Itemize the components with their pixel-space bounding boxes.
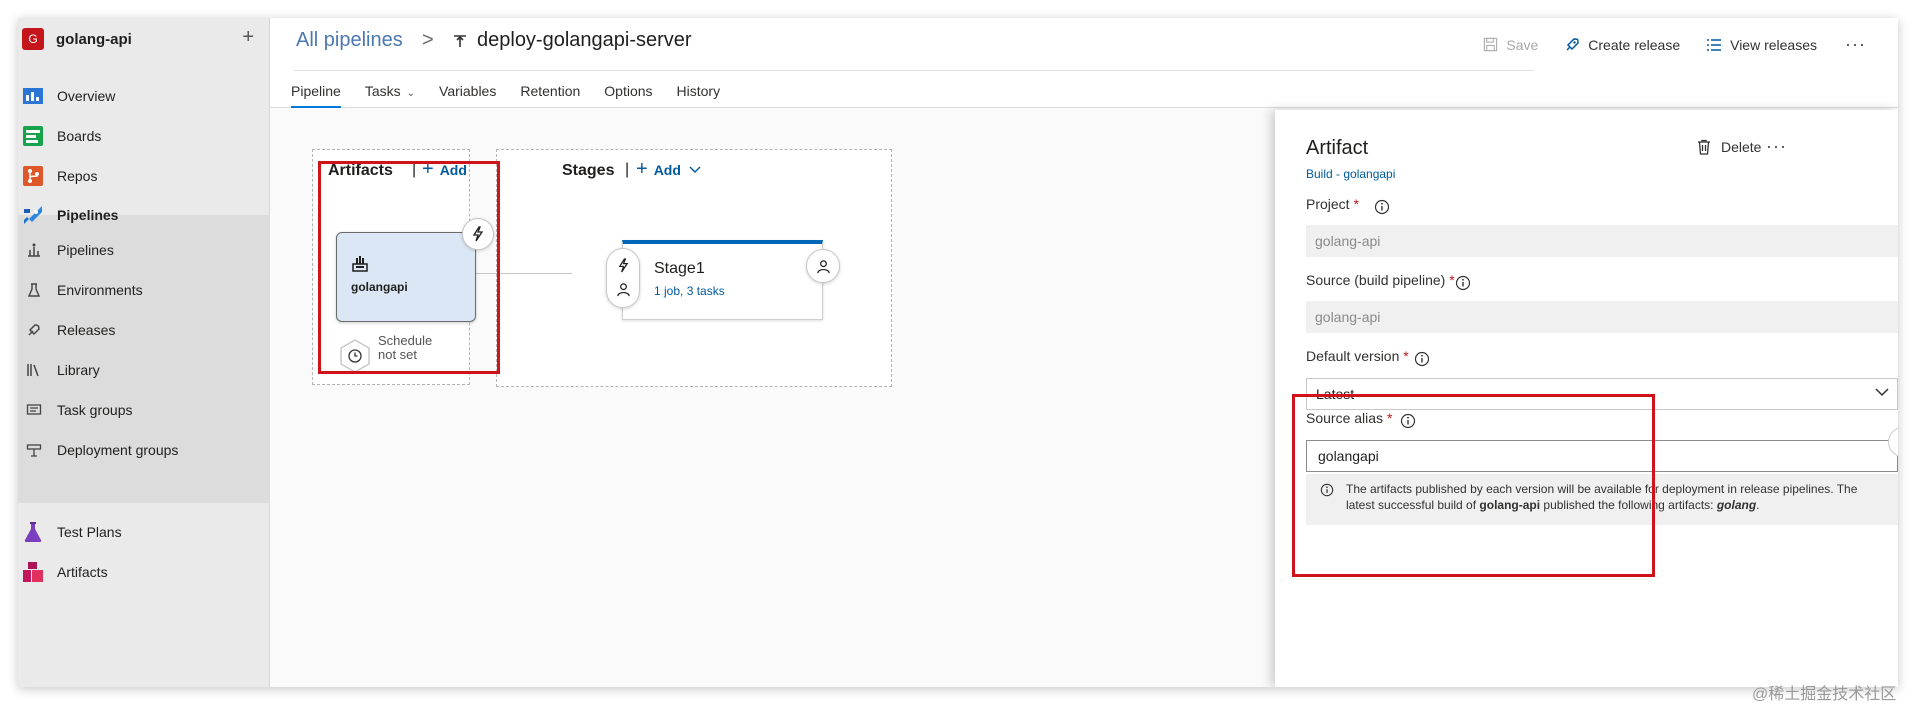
- release-pipeline-icon: [454, 35, 466, 47]
- artifacts-icon: [23, 562, 43, 582]
- stage-card[interactable]: Stage1 1 job, 3 tasks: [622, 240, 823, 320]
- info-icon[interactable]: [1455, 275, 1471, 291]
- boards-icon: [23, 126, 43, 146]
- create-release-button[interactable]: Create release: [1564, 37, 1680, 53]
- default-version-label: Default version *: [1306, 348, 1409, 364]
- sidebar-item-releases[interactable]: Releases: [18, 310, 270, 350]
- sidebar-item-task-groups[interactable]: Task groups: [18, 390, 270, 430]
- sidebar-item-artifacts[interactable]: Artifacts: [18, 548, 270, 596]
- highlight-box-artifacts: [318, 161, 500, 374]
- releases-icon: [28, 324, 40, 336]
- tab-retention[interactable]: Retention: [520, 74, 580, 108]
- sidebar-item-label: Task groups: [57, 402, 133, 418]
- sidebar-item-label: Pipelines: [57, 207, 119, 223]
- lightning-icon: [618, 258, 629, 273]
- deployment-groups-icon: [26, 444, 42, 457]
- sidebar-item-label: Library: [57, 362, 100, 378]
- overview-icon: [23, 88, 43, 104]
- header-divider: [294, 70, 1534, 71]
- info-icon[interactable]: [1414, 351, 1430, 367]
- highlight-box-version-alias: [1292, 394, 1655, 577]
- stage-tasks-link[interactable]: 3 tasks: [687, 284, 725, 298]
- stage-summary: 1 job, 3 tasks: [654, 284, 725, 298]
- info-icon[interactable]: [1374, 199, 1390, 215]
- sidebar-item-label: Artifacts: [57, 564, 108, 580]
- sidebar-item-label: Repos: [57, 168, 98, 184]
- environments-icon: [27, 283, 41, 297]
- app-window: G golang-api + Overview Boards Repos Pip…: [18, 18, 1898, 687]
- stages-separator: |: [625, 161, 630, 178]
- page-header: All pipelines > deploy-golangapi-server …: [270, 18, 1898, 108]
- project-field: golang-api: [1306, 225, 1898, 257]
- sidebar-item-label: Boards: [57, 128, 102, 144]
- person-icon: [816, 259, 830, 273]
- project-name: golang-api: [56, 30, 132, 48]
- pipelines-icon: [24, 206, 42, 224]
- tab-pipeline[interactable]: Pipeline: [291, 74, 341, 108]
- chevron-down-icon: ⌄: [406, 88, 416, 99]
- sidebar: G golang-api + Overview Boards Repos Pip…: [18, 18, 270, 687]
- sidebar-item-environments[interactable]: Environments: [18, 270, 270, 310]
- breadcrumb-separator: >: [422, 29, 434, 51]
- sidebar-item-deployment-groups[interactable]: Deployment groups: [18, 430, 270, 470]
- header-actions: Save Create release View releases ···: [1457, 34, 1866, 55]
- pre-deployment-conditions-button[interactable]: [606, 248, 640, 308]
- pipelines-sub-icon: [28, 243, 40, 257]
- sidebar-item-label: Pipelines: [57, 242, 114, 258]
- list-icon: [1707, 38, 1722, 51]
- sidebar-item-label: Deployment groups: [57, 442, 179, 458]
- rocket-icon: [1566, 37, 1580, 51]
- save-button[interactable]: Save: [1483, 37, 1538, 53]
- trash-icon: [1698, 139, 1710, 155]
- test-plans-icon: [24, 522, 42, 542]
- save-label: Save: [1506, 36, 1539, 53]
- view-releases-label: View releases: [1730, 36, 1818, 53]
- panel-more-icon[interactable]: ···: [1766, 136, 1787, 157]
- create-release-label: Create release: [1588, 36, 1681, 53]
- breadcrumb-all-pipelines[interactable]: All pipelines: [296, 29, 403, 52]
- task-groups-icon: [26, 404, 42, 415]
- sidebar-item-label: Overview: [57, 88, 116, 104]
- watermark: @稀土掘金技术社区: [1752, 686, 1897, 703]
- repos-icon: [23, 166, 43, 186]
- project-header[interactable]: G golang-api +: [18, 18, 270, 60]
- source-field: golang-api: [1306, 301, 1898, 333]
- tab-variables[interactable]: Variables: [439, 74, 496, 108]
- panel-subtitle: Build - golangapi: [1306, 167, 1396, 181]
- stages-title: Stages: [562, 162, 615, 179]
- post-deployment-conditions-button[interactable]: [806, 249, 840, 283]
- chevron-down-icon: [1875, 388, 1889, 397]
- chevron-down-icon: [689, 166, 701, 173]
- tab-history[interactable]: History: [677, 74, 721, 108]
- person-icon: [617, 283, 630, 297]
- source-label: Source (build pipeline) *: [1306, 272, 1455, 288]
- library-icon: [27, 364, 39, 377]
- project-avatar: G: [22, 28, 44, 50]
- tab-tasks[interactable]: Tasks ⌄: [365, 74, 415, 108]
- sidebar-item-pipelines-sub[interactable]: Pipelines: [18, 230, 270, 270]
- add-stage-button[interactable]: + Add: [636, 158, 701, 181]
- sidebar-item-label: Releases: [57, 322, 116, 338]
- tab-options[interactable]: Options: [604, 74, 652, 108]
- sidebar-item-label: Test Plans: [57, 524, 122, 540]
- sidebar-item-label: Environments: [57, 282, 143, 298]
- plus-icon[interactable]: +: [242, 27, 254, 47]
- stage-jobs-link[interactable]: 1 job: [654, 284, 680, 298]
- page-title: deploy-golangapi-server: [477, 29, 692, 51]
- delete-button[interactable]: Delete: [1697, 139, 1761, 155]
- tab-bar: Pipeline Tasks ⌄ Variables Retention Opti…: [291, 74, 744, 108]
- more-actions-icon[interactable]: ···: [1845, 34, 1866, 55]
- panel-title: Artifact: [1306, 137, 1369, 159]
- plus-icon: +: [636, 158, 648, 180]
- stage-name: Stage1: [654, 260, 705, 277]
- save-icon: [1484, 37, 1498, 52]
- view-releases-button[interactable]: View releases: [1706, 37, 1817, 53]
- sidebar-item-library[interactable]: Library: [18, 350, 270, 390]
- project-label: Project *: [1306, 196, 1359, 212]
